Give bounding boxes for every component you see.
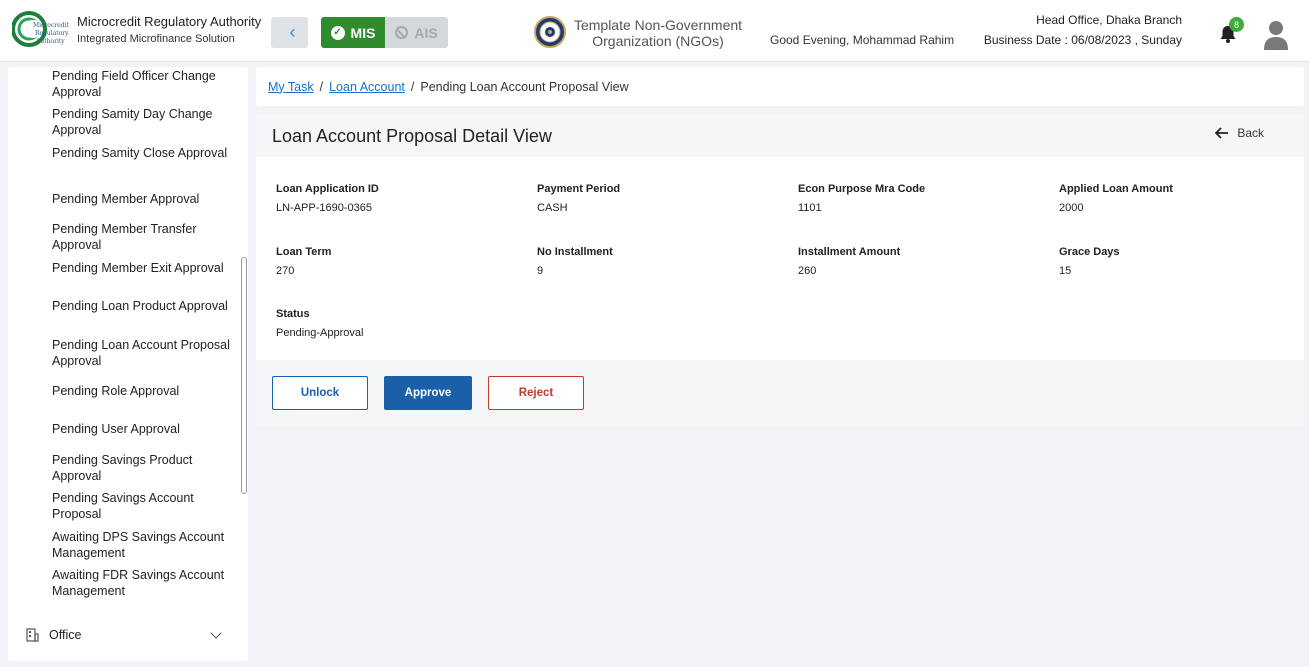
office-building-icon	[26, 628, 39, 642]
sidebar-item-pending-role[interactable]: Pending Role Approval	[52, 383, 232, 399]
field-loan-application-id: Loan Application ID LN-APP-1690-0365	[276, 183, 516, 214]
field-loan-term: Loan Term 270	[276, 246, 516, 277]
sidebar-item-pending-member-transfer[interactable]: Pending Member Transfer Approval	[52, 221, 232, 253]
sidebar-item-pending-loan-product[interactable]: Pending Loan Product Approval	[52, 298, 232, 314]
sidebar-item-pending-user[interactable]: Pending User Approval	[52, 421, 232, 437]
sidebar-scrollbar[interactable]	[241, 257, 247, 494]
svg-text:Microcredit: Microcredit	[33, 22, 69, 29]
field-applied-loan-amount: Applied Loan Amount 2000	[1059, 183, 1299, 214]
detail-fields: Loan Application ID LN-APP-1690-0365 Pay…	[256, 157, 1304, 360]
sidebar-item-pending-savings-product[interactable]: Pending Savings Product Approval	[52, 452, 232, 484]
sidebar-item-awaiting-dps-savings[interactable]: Awaiting DPS Savings Account Management	[52, 529, 232, 561]
field-label: Grace Days	[1059, 246, 1120, 258]
breadcrumb-my-task[interactable]: My Task	[268, 80, 314, 94]
detail-card-header: Loan Account Proposal Detail View Back	[256, 114, 1304, 157]
approve-button[interactable]: Approve	[384, 376, 472, 410]
ngo-name-line2: Organization (NGOs)	[592, 33, 724, 49]
detail-actions: Unlock Approve Reject	[256, 360, 1304, 426]
breadcrumb-separator: /	[319, 79, 324, 94]
field-label: Loan Term	[276, 246, 332, 258]
breadcrumb-current: Pending Loan Account Proposal View	[420, 79, 629, 94]
sidebar-item-pending-field-officer-change[interactable]: Pending Field Officer Change Approval	[52, 68, 232, 100]
svg-text:Authority: Authority	[35, 38, 65, 45]
notification-count-badge: 8	[1229, 17, 1244, 32]
field-value: 2000	[1059, 202, 1084, 214]
sidebar-item-pending-loan-account-proposal[interactable]: Pending Loan Account Proposal Approval	[52, 337, 232, 369]
field-grace-days: Grace Days 15	[1059, 246, 1299, 277]
sidebar-item-office[interactable]: Office	[26, 625, 226, 645]
arrow-left-icon	[1215, 127, 1229, 139]
field-label: Payment Period	[537, 183, 621, 195]
page-title: Loan Account Proposal Detail View	[272, 126, 552, 146]
sidebar-item-pending-member-approval[interactable]: Pending Member Approval	[52, 191, 232, 207]
field-label: Installment Amount	[798, 246, 901, 258]
user-avatar-icon[interactable]	[1262, 18, 1290, 50]
sidebar-item-awaiting-fdr-savings[interactable]: Awaiting FDR Savings Account Management	[52, 567, 232, 599]
field-econ-purpose-mra-code: Econ Purpose Mra Code 1101	[798, 183, 1038, 214]
ngo-name-line1: Template Non-Government	[573, 17, 743, 33]
ngo-name: Template Non-Government Organization (NG…	[572, 17, 744, 49]
field-installment-amount: Installment Amount 260	[798, 246, 1038, 277]
unlock-button[interactable]: Unlock	[272, 376, 368, 410]
reject-button[interactable]: Reject	[488, 376, 584, 410]
office-label: Office	[49, 628, 82, 642]
business-date: Business Date : 06/08/2023 , Sunday	[983, 33, 1182, 47]
mis-label: MIS	[350, 24, 376, 41]
check-circle-icon: ✓	[330, 25, 345, 40]
field-value: 9	[537, 265, 544, 277]
breadcrumb: My Task / Loan Account / Pending Loan Ac…	[256, 67, 1304, 106]
field-value: LN-APP-1690-0365	[276, 202, 373, 214]
sidebar-item-pending-samity-day-change[interactable]: Pending Samity Day Change Approval	[52, 106, 232, 138]
field-value: Pending-Approval	[276, 327, 364, 339]
field-label: Status	[276, 308, 310, 320]
field-label: Econ Purpose Mra Code	[798, 183, 926, 195]
sidebar-item-pending-member-exit[interactable]: Pending Member Exit Approval	[52, 260, 232, 276]
top-header: Microcredit Regulatory Authority Microcr…	[0, 0, 1309, 62]
branch-name: Head Office, Dhaka Branch	[1036, 13, 1182, 27]
org-title: Microcredit Regulatory Authority	[77, 14, 262, 29]
breadcrumb-separator: /	[410, 79, 415, 94]
ngo-seal-icon	[534, 16, 566, 48]
greeting-text: Good Evening, Mohammad Rahim	[770, 33, 955, 47]
chevron-down-icon	[210, 627, 222, 639]
breadcrumb-loan-account[interactable]: Loan Account	[329, 80, 405, 94]
field-value: CASH	[537, 202, 568, 214]
svg-text:Regulatory: Regulatory	[35, 30, 69, 37]
field-label: Loan Application ID	[276, 183, 379, 195]
sidebar-item-pending-samity-close[interactable]: Pending Samity Close Approval	[52, 145, 232, 161]
sidebar-item-pending-savings-account-proposal[interactable]: Pending Savings Account Proposal	[52, 490, 232, 522]
sidebar: Pending Field Officer Change Approval Pe…	[8, 67, 248, 661]
field-status: Status Pending-Approval	[276, 308, 516, 339]
field-value: 260	[798, 265, 817, 277]
field-value: 270	[276, 265, 295, 277]
collapse-sidebar-button[interactable]: ‹‹	[271, 17, 308, 48]
mis-toggle-button[interactable]: ✓ MIS	[321, 17, 385, 48]
field-value: 15	[1059, 265, 1072, 277]
ais-toggle-button[interactable]: AIS	[385, 17, 448, 48]
field-value: 1101	[798, 202, 822, 214]
org-subtitle: Integrated Microfinance Solution	[77, 33, 235, 45]
back-label: Back	[1237, 126, 1264, 140]
mra-logo-icon: Microcredit Regulatory Authority	[12, 11, 69, 47]
field-no-installment: No Installment 9	[537, 246, 777, 277]
ais-label: AIS	[414, 24, 438, 41]
field-label: No Installment	[537, 246, 613, 258]
ban-icon	[395, 26, 409, 39]
field-label: Applied Loan Amount	[1059, 183, 1173, 195]
back-button[interactable]: Back	[1215, 126, 1264, 140]
field-payment-period: Payment Period CASH	[537, 183, 777, 214]
